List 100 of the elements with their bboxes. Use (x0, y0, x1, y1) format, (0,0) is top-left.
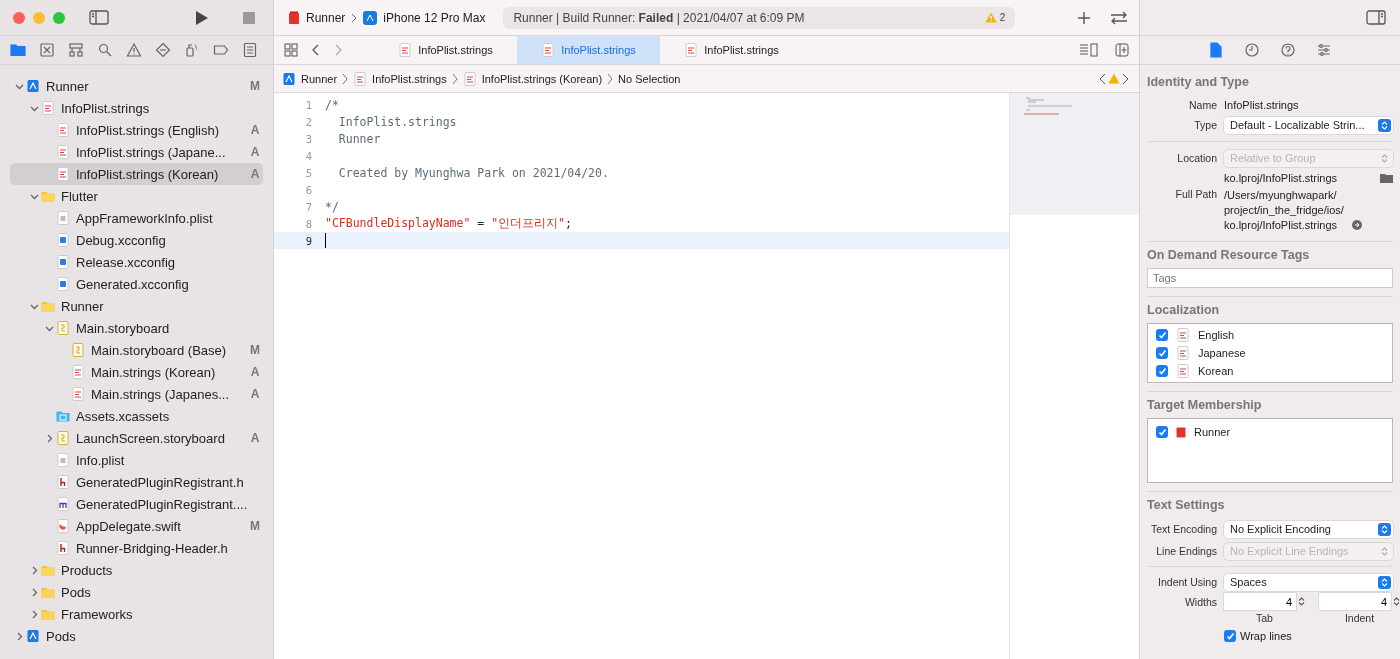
status-letter: M (249, 519, 261, 533)
checkbox[interactable] (1156, 329, 1168, 341)
file-tree-item[interactable]: Main.storyboard (Base) M (10, 339, 263, 361)
line-number: 9 (304, 234, 313, 247)
strings-file-icon (541, 43, 556, 57)
section-title: Localization (1147, 303, 1221, 317)
chevron-icon (607, 72, 614, 85)
up-down-arrows-icon (1393, 596, 1400, 606)
line-number: 6 (304, 183, 313, 196)
file-tree-item[interactable]: InfoPlist.strings (Japane... A (10, 141, 263, 163)
file-tree-item[interactable]: Release.xcconfig (10, 251, 263, 273)
checkbox[interactable] (1156, 365, 1168, 377)
storyboard-file-icon (56, 431, 70, 445)
help-icon (1280, 42, 1296, 58)
file-tree-item[interactable]: AppFrameworkInfo.plist (10, 207, 263, 229)
file-tree-item[interactable]: InfoPlist.strings (Korean) A (10, 163, 263, 185)
close-button[interactable] (13, 11, 25, 24)
navigator-tab[interactable] (66, 40, 86, 60)
file-tree-item[interactable]: GeneratedPluginRegistrant.... (10, 493, 263, 515)
strings-file-icon (462, 71, 477, 86)
file-tree-item[interactable]: InfoPlist.strings (English) A (10, 119, 263, 141)
navigator-tab[interactable] (153, 40, 173, 60)
code-line: Created by Myunghwa Park on 2021/04/20. (337, 165, 609, 180)
tab-width-field[interactable]: 4 (1224, 593, 1296, 610)
code-line: InfoPlist.strings (337, 114, 457, 129)
file-tree-item[interactable]: Pods (10, 625, 263, 647)
editor-tab[interactable]: InfoPlist.strings (660, 36, 803, 64)
file-tree-item[interactable]: Products (10, 559, 263, 581)
source-control-icon (39, 42, 55, 58)
folder-icon (41, 607, 55, 621)
editor-options-button[interactable] (1077, 41, 1101, 59)
navigator-tab[interactable] (37, 40, 57, 60)
play-icon (195, 9, 209, 26)
grid-button[interactable] (282, 41, 300, 59)
editor-tab[interactable]: InfoPlist.strings (517, 36, 660, 64)
file-tree-item[interactable]: Pods (10, 581, 263, 603)
add-editor-button[interactable] (1113, 41, 1131, 59)
file-tree-item[interactable]: Flutter (10, 185, 263, 207)
file-tree-item[interactable]: Info.plist (10, 449, 263, 471)
scheme-selector[interactable]: Runner iPhone 12 Pro Max (274, 10, 486, 25)
line-number: 5 (304, 166, 313, 179)
tags-field[interactable]: Tags (1147, 268, 1393, 288)
field-label: Full Path (1174, 188, 1217, 200)
file-tree-item[interactable]: AppDelegate.swift M (10, 515, 263, 537)
file-tree-item[interactable]: Main.storyboard (10, 317, 263, 339)
file-tree-item[interactable]: Assets.xcassets (10, 405, 263, 427)
file-tree-item[interactable]: Debug.xcconfig (10, 229, 263, 251)
assets-folder-icon (56, 409, 70, 423)
indent-popup[interactable]: Spaces (1224, 573, 1393, 591)
checkbox[interactable] (1156, 347, 1168, 359)
breadcrumb[interactable]: InfoPlist.strings (Korean) (462, 71, 603, 86)
app-target-icon (288, 10, 300, 25)
encoding-popup[interactable]: No Explicit Encoding (1224, 520, 1393, 538)
folder-icon (41, 189, 55, 203)
file-tree-item[interactable]: Generated.xcconfig (10, 273, 263, 295)
file-tree-item[interactable]: Runner (10, 295, 263, 317)
strings-file-icon (71, 365, 85, 379)
up-down-arrows-icon (1381, 153, 1388, 163)
file-tree-item[interactable]: GeneratedPluginRegistrant.h (10, 471, 263, 493)
checkbox[interactable] (1224, 630, 1236, 642)
field-value: InfoPlist.strings (1224, 99, 1300, 111)
sidebar-toggle-button[interactable] (87, 8, 111, 27)
reveal-arrow-icon[interactable] (1351, 220, 1362, 230)
file-tree-item[interactable]: Main.strings (Japanes... A (10, 383, 263, 405)
strings-file-icon (1176, 346, 1190, 360)
text-cursor (325, 233, 326, 248)
breadcrumb[interactable]: No Selection (618, 72, 681, 85)
chevron-icon (351, 12, 358, 23)
checkbox-label: Japanese (1198, 347, 1246, 359)
folder-icon (41, 585, 55, 599)
file-tree-item[interactable]: Main.strings (Korean) A (10, 361, 263, 383)
warning-icon (126, 42, 142, 58)
status-letter: A (249, 431, 261, 445)
stepper[interactable] (1298, 595, 1305, 608)
file-tree-item[interactable]: InfoPlist.strings (10, 97, 263, 119)
type-popup[interactable]: Default - Localizable Strin... (1224, 116, 1393, 134)
report-icon (242, 42, 258, 58)
stop-button[interactable] (241, 9, 257, 26)
up-down-arrows-icon (1381, 577, 1388, 587)
stepper[interactable] (1393, 595, 1400, 608)
editor-tab[interactable]: InfoPlist.strings (374, 36, 517, 64)
inspector-tab[interactable] (1242, 40, 1262, 60)
checkbox[interactable] (1156, 426, 1168, 438)
sliders-icon (1316, 42, 1332, 58)
activity-status: Runner | Build Runner: Failed | 2021/04/07 at 6:09 PM 2 (503, 6, 1016, 29)
breadcrumb[interactable]: Runner (282, 71, 338, 86)
breadcrumb[interactable]: InfoPlist.strings (353, 71, 447, 86)
inspector-toggle-button[interactable] (1364, 8, 1388, 27)
storyboard-file-icon (56, 321, 70, 335)
code-editor[interactable]: 1 /* 2 InfoPlist.strings 3 Runner 4 5 Created by Myunghwa Park on 2021/04/20. 6 7 */ 8 "CFBundleDisplayName" = "인더프리지"; 9 (274, 93, 1009, 659)
file-tree-item[interactable]: Runner-Bridging-Header.h (10, 537, 263, 559)
file-tree-item[interactable]: LaunchScreen.storyboard A (10, 427, 263, 449)
indent-width-field[interactable]: 4 (1319, 593, 1391, 610)
file-tree-item[interactable]: Runner M (10, 75, 263, 97)
simulator-icon (363, 10, 378, 25)
inspector-tab[interactable] (1278, 40, 1298, 60)
field-caption: Indent (1344, 612, 1375, 624)
folder-icon[interactable] (1380, 173, 1393, 183)
strings-file-icon (398, 43, 413, 57)
file-tree-item[interactable]: Frameworks (10, 603, 263, 625)
